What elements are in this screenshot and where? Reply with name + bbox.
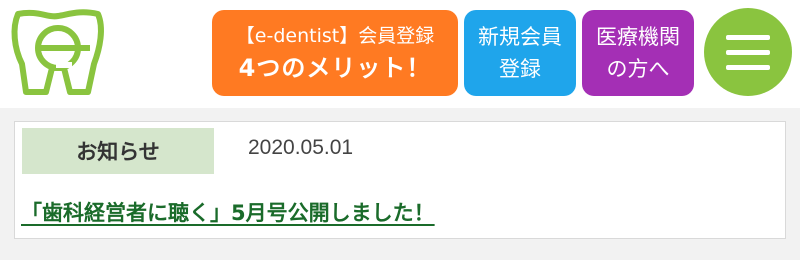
- signup-button-line1: 新規会員: [478, 25, 562, 49]
- menu-bar-top: [726, 35, 770, 40]
- news-panel: お知らせ 2020.05.01 「歯科経営者に聴く」5月号公開しました！: [14, 121, 786, 239]
- medical-institution-button[interactable]: 医療機関 の方へ: [582, 10, 694, 96]
- new-member-signup-button[interactable]: 新規会員 登録: [464, 10, 576, 96]
- signup-button-line2: 登録: [499, 57, 541, 81]
- menu-bar-bottom: [726, 65, 770, 70]
- medical-button-line1: 医療機関: [596, 25, 680, 49]
- medical-button-line2: の方へ: [606, 57, 670, 81]
- hamburger-menu-icon[interactable]: [704, 8, 792, 96]
- news-headline-link[interactable]: 「歯科経営者に聴く」5月号公開しました！: [21, 197, 435, 227]
- news-label: お知らせ: [22, 128, 214, 174]
- news-date: 2020.05.01: [248, 136, 354, 159]
- tooth-e-logo-icon[interactable]: [8, 8, 108, 96]
- merit-button-line1: 【e-dentist】会員登録: [235, 25, 435, 47]
- member-merit-button[interactable]: 【e-dentist】会員登録 4つのメリット！: [212, 10, 458, 96]
- merit-button-line2: 4つのメリット！: [238, 54, 432, 82]
- menu-bar-middle: [726, 50, 770, 55]
- site-header: 【e-dentist】会員登録 4つのメリット！ 新規会員 登録 医療機関 の方…: [0, 0, 800, 108]
